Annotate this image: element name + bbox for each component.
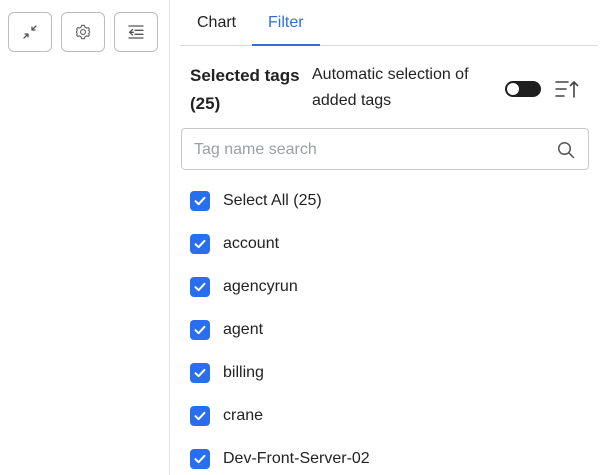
checkmark-icon bbox=[194, 282, 206, 291]
toggle-knob bbox=[507, 83, 519, 95]
tag-label: Select All (25) bbox=[223, 191, 322, 209]
checkmark-icon bbox=[194, 454, 206, 463]
filter-panel: Chart Filter Selected tags (25) Automati… bbox=[170, 0, 600, 475]
auto-selection-toggle[interactable] bbox=[505, 81, 541, 97]
list-item[interactable]: billing bbox=[190, 351, 590, 394]
list-item[interactable]: agent bbox=[190, 308, 590, 351]
tag-search-box bbox=[181, 128, 589, 170]
tag-list: Select All (25) account agencyrun agent … bbox=[190, 179, 590, 475]
checkbox-checked[interactable] bbox=[190, 276, 210, 297]
list-item[interactable]: agencyrun bbox=[190, 265, 590, 308]
checkbox-checked[interactable] bbox=[190, 233, 210, 254]
list-item[interactable]: Dev-Front-Server-02 bbox=[190, 437, 590, 475]
sort-ascending-icon bbox=[555, 81, 579, 98]
sort-button[interactable] bbox=[554, 77, 580, 101]
tag-label: billing bbox=[223, 363, 264, 381]
settings-button[interactable] bbox=[61, 12, 105, 52]
checkmark-icon bbox=[194, 368, 206, 377]
checkbox-checked[interactable] bbox=[190, 190, 210, 211]
panel-toggle-button[interactable] bbox=[114, 12, 158, 52]
select-all-item[interactable]: Select All (25) bbox=[190, 179, 590, 222]
tab-filter[interactable]: Filter bbox=[268, 13, 304, 33]
checkmark-icon bbox=[194, 239, 206, 248]
selected-tags-count: (25) bbox=[190, 94, 221, 113]
tag-search-input[interactable] bbox=[194, 139, 544, 161]
list-item[interactable]: crane bbox=[190, 394, 590, 437]
checkbox-checked[interactable] bbox=[190, 448, 210, 469]
active-tab-indicator bbox=[252, 44, 320, 46]
checkmark-icon bbox=[194, 411, 206, 420]
checkbox-checked[interactable] bbox=[190, 319, 210, 340]
tab-bar: Chart Filter bbox=[180, 0, 598, 46]
checkbox-checked[interactable] bbox=[190, 405, 210, 426]
tag-label: agencyrun bbox=[223, 277, 298, 295]
left-toolbar bbox=[0, 0, 170, 475]
collapse-button[interactable] bbox=[8, 12, 52, 52]
tag-label: crane bbox=[223, 406, 264, 424]
tab-chart[interactable]: Chart bbox=[197, 13, 236, 33]
tag-label: agent bbox=[223, 320, 264, 338]
collapse-arrows-icon bbox=[23, 25, 37, 39]
selected-tags-heading: Selected tags (25) bbox=[190, 62, 308, 118]
selected-tags-title: Selected tags bbox=[190, 66, 300, 85]
tag-label: Dev-Front-Server-02 bbox=[223, 449, 370, 467]
auto-selection-label: Automatic selection of added tags bbox=[312, 66, 469, 109]
gear-icon bbox=[75, 24, 91, 40]
indent-left-icon bbox=[128, 25, 144, 39]
checkmark-icon bbox=[194, 196, 206, 205]
tag-label: account bbox=[223, 234, 280, 252]
checkmark-icon bbox=[194, 325, 206, 334]
search-icon[interactable] bbox=[556, 140, 576, 160]
checkbox-checked[interactable] bbox=[190, 362, 210, 383]
list-item[interactable]: account bbox=[190, 222, 590, 265]
